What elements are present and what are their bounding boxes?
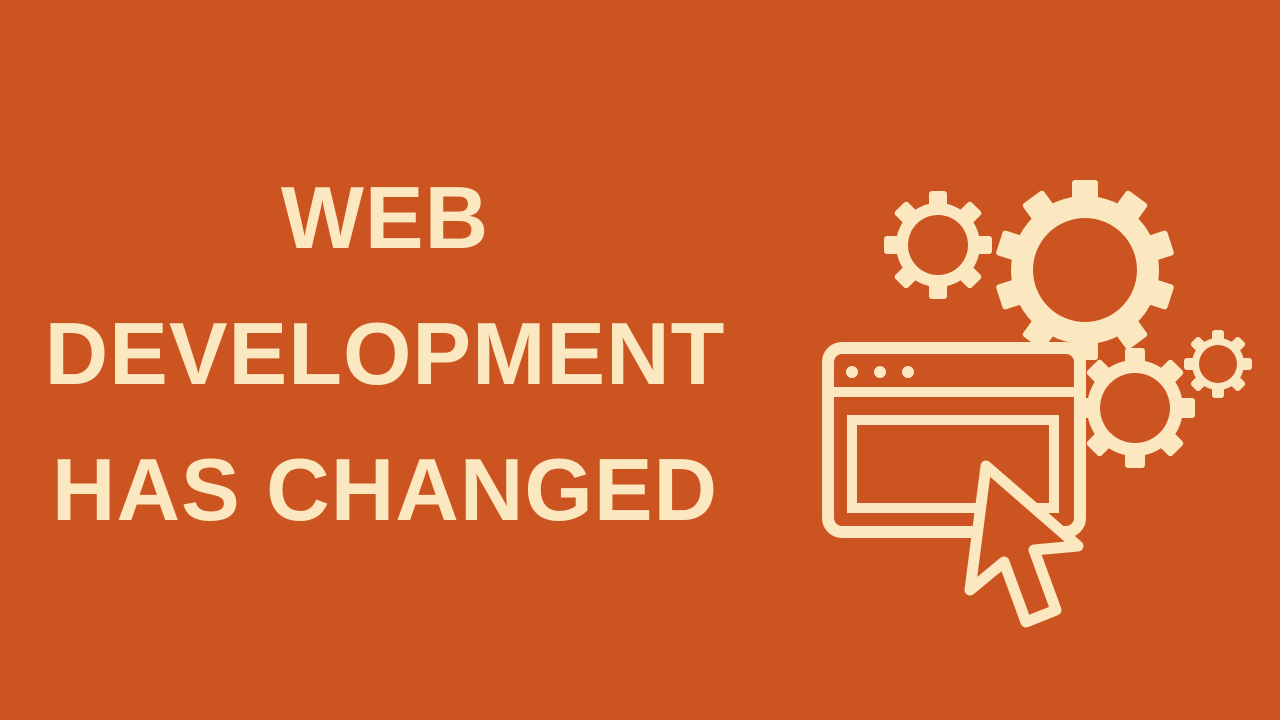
headline-line-3: HAS CHANGED — [51, 440, 719, 539]
gear-icon — [996, 180, 1174, 360]
headline: WEB DEVELOPMENT HAS CHANGED — [0, 150, 770, 558]
headline-line-2: DEVELOPMENT — [44, 304, 726, 403]
window-dot-icon — [846, 366, 858, 378]
browser-window-icon — [822, 342, 1086, 538]
gear-icon — [1184, 330, 1252, 398]
gear-icon — [884, 191, 992, 299]
window-dot-icon — [902, 366, 914, 378]
window-dot-icon — [874, 366, 886, 378]
headline-line-1: WEB — [280, 168, 490, 267]
gear-icon — [1075, 348, 1195, 468]
web-development-illustration — [822, 180, 1252, 628]
